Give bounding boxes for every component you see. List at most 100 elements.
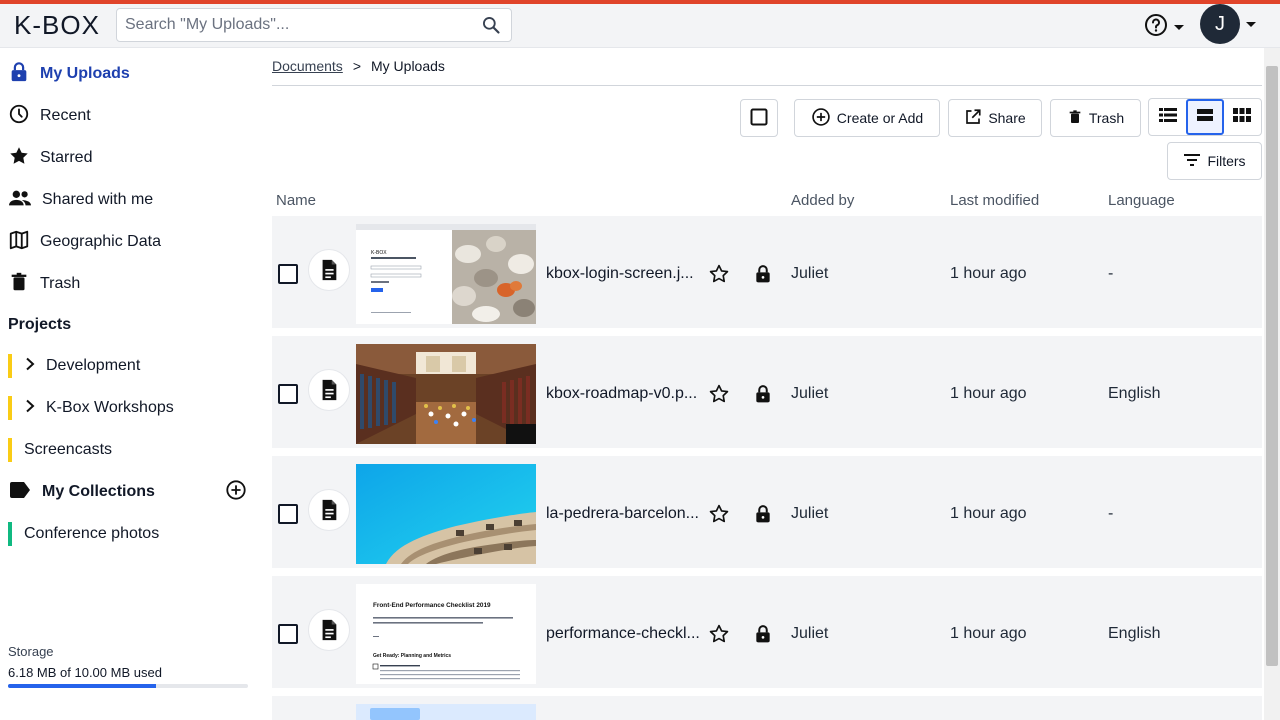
- thumbnail-performance-checklist[interactable]: Front-End Performance Checklist 2019 Get…: [356, 584, 536, 684]
- help-menu[interactable]: [1144, 13, 1184, 42]
- user-menu[interactable]: J: [1200, 4, 1256, 44]
- select-all-button[interactable]: [740, 99, 778, 137]
- header: K-BOX J: [0, 4, 1280, 48]
- table-row[interactable]: la-pedrera-barcelon... Juliet 1 hour ago…: [272, 456, 1262, 568]
- table-row[interactable]: K-BOX kbox-login-screen.j... Juliet 1 ho…: [272, 216, 1262, 328]
- thumbnail-partial-shape: [370, 708, 420, 720]
- storage-progress-fill: [8, 684, 157, 688]
- lock-icon: [753, 503, 773, 530]
- chevron-down-icon[interactable]: [1246, 21, 1256, 27]
- lock-icon: [753, 383, 773, 410]
- star-outline-icon[interactable]: [708, 263, 730, 290]
- lock-icon: [753, 623, 773, 650]
- last-modified: 1 hour ago: [950, 625, 1027, 642]
- search-icon[interactable]: [481, 15, 501, 40]
- chevron-down-icon[interactable]: [1174, 25, 1184, 30]
- sidebar-my-collections[interactable]: My Collections: [8, 476, 155, 508]
- sidebar-item-label: Starred: [40, 149, 93, 166]
- lock-icon: [753, 263, 773, 290]
- filters-button[interactable]: Filters: [1167, 142, 1262, 180]
- table-row[interactable]: Front-End Performance Checklist 2019 Get…: [272, 576, 1262, 688]
- file-name[interactable]: kbox-roadmap-v0.p...: [546, 385, 702, 403]
- table-row[interactable]: kbox-roadmap-v0.p... Juliet 1 hour ago E…: [272, 336, 1262, 448]
- scrollbar-thumb[interactable]: [1266, 66, 1278, 666]
- row-checkbox[interactable]: [278, 384, 298, 404]
- language: -: [1108, 265, 1114, 282]
- list-view-icon: [1158, 107, 1177, 128]
- language: English: [1108, 385, 1161, 402]
- filters-label: Filters: [1207, 153, 1246, 169]
- scrollbar[interactable]: [1264, 48, 1280, 720]
- grid-view-icon: [1233, 107, 1252, 128]
- list-view-button[interactable]: [1149, 99, 1186, 135]
- project-label: Screencasts: [24, 441, 113, 458]
- project-color-bar: [8, 354, 12, 378]
- thumbnail-la-pedrera[interactable]: [356, 464, 536, 564]
- breadcrumb-documents[interactable]: Documents: [272, 58, 343, 74]
- card-view-button[interactable]: [1186, 99, 1224, 135]
- sidebar-item-label: Geographic Data: [40, 233, 161, 250]
- trash-button[interactable]: Trash: [1050, 99, 1141, 137]
- row-checkbox[interactable]: [278, 624, 298, 644]
- label-tag-icon: [8, 480, 32, 505]
- column-header-added-by[interactable]: Added by: [791, 192, 854, 209]
- document-icon: [308, 489, 350, 531]
- thumbnail-library[interactable]: [356, 344, 536, 444]
- language: English: [1108, 625, 1161, 642]
- divider: [272, 85, 1262, 86]
- sidebar-item-geographic-data[interactable]: Geographic Data: [8, 226, 161, 258]
- sidebar-item-recent[interactable]: Recent: [8, 100, 91, 132]
- document-icon: [308, 369, 350, 411]
- sidebar-item-trash[interactable]: Trash: [8, 268, 80, 300]
- row-checkbox[interactable]: [278, 504, 298, 524]
- file-name[interactable]: performance-checkl...: [546, 625, 702, 643]
- filter-icon: [1183, 153, 1201, 170]
- logo[interactable]: K-BOX: [14, 10, 100, 41]
- last-modified: 1 hour ago: [950, 265, 1027, 282]
- star-outline-icon[interactable]: [708, 383, 730, 410]
- chevron-right-icon[interactable]: [24, 357, 36, 376]
- column-header-name[interactable]: Name: [276, 192, 316, 209]
- chevron-right-icon[interactable]: [24, 399, 36, 418]
- project-label: Development: [46, 357, 141, 374]
- trash-icon: [8, 271, 30, 298]
- help-icon[interactable]: [1144, 13, 1168, 42]
- sidebar-item-my-uploads[interactable]: My Uploads: [8, 58, 130, 90]
- sidebar-item-starred[interactable]: Starred: [8, 142, 92, 174]
- file-name[interactable]: kbox-login-screen.j...: [546, 265, 702, 283]
- sidebar-item-label: My Uploads: [40, 65, 130, 82]
- collection-color-bar: [8, 522, 12, 546]
- column-header-last-modified[interactable]: Last modified: [950, 192, 1039, 209]
- sidebar-item-label: Recent: [40, 107, 91, 124]
- star-outline-icon[interactable]: [708, 503, 730, 530]
- create-or-add-button[interactable]: Create or Add: [794, 99, 940, 137]
- share-button[interactable]: Share: [948, 99, 1042, 137]
- sidebar-item-label: Shared with me: [42, 191, 154, 208]
- grid-view-button[interactable]: [1224, 99, 1261, 135]
- thumbnail-login-screen[interactable]: K-BOX: [356, 224, 536, 324]
- sidebar: My Uploads Recent Starred Shared with me…: [0, 48, 256, 720]
- table-row[interactable]: [272, 696, 1262, 720]
- row-checkbox[interactable]: [278, 264, 298, 284]
- sidebar-project-screencasts[interactable]: Screencasts: [8, 435, 112, 465]
- file-name[interactable]: la-pedrera-barcelon...: [546, 505, 702, 523]
- breadcrumb-separator: >: [352, 58, 361, 74]
- added-by: Juliet: [791, 265, 829, 282]
- avatar[interactable]: J: [1200, 4, 1240, 44]
- sidebar-project-kbox-workshops[interactable]: K-Box Workshops: [8, 393, 174, 423]
- add-collection-icon[interactable]: [225, 479, 247, 506]
- project-color-bar: [8, 438, 12, 462]
- thumbnail-checklist-title: Front-End Performance Checklist 2019: [373, 602, 491, 609]
- lock-icon: [8, 61, 30, 88]
- clock-icon: [8, 103, 30, 130]
- sidebar-item-shared[interactable]: Shared with me: [8, 184, 153, 216]
- column-header-language[interactable]: Language: [1108, 192, 1175, 209]
- storage-value: 6.18 MB of 10.00 MB used: [8, 665, 162, 680]
- sidebar-collection-conference-photos[interactable]: Conference photos: [8, 519, 159, 549]
- star-outline-icon[interactable]: [708, 623, 730, 650]
- thumbnail-partial[interactable]: [356, 704, 536, 720]
- search-box[interactable]: [116, 8, 512, 42]
- checkbox-icon: [750, 108, 768, 129]
- sidebar-project-development[interactable]: Development: [8, 351, 140, 381]
- search-input[interactable]: [125, 10, 465, 40]
